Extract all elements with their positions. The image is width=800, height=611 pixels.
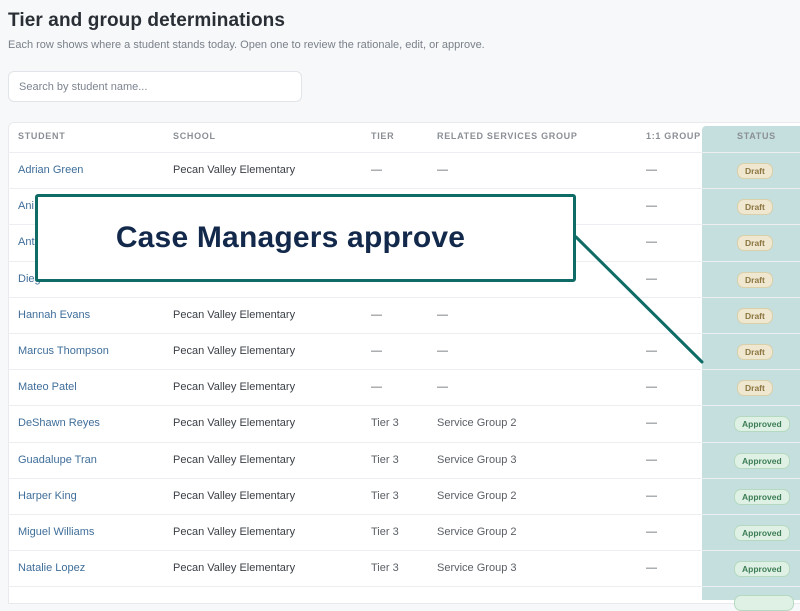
one-to-one-group-cell: — <box>646 562 657 575</box>
student-name-link[interactable]: Ani <box>18 200 34 212</box>
related-services-group-cell: Service Group 2 <box>437 526 517 538</box>
column-header-related-services-group: RELATED SERVICES GROUP <box>437 131 578 141</box>
related-services-group-cell: — <box>437 345 448 357</box>
school-cell: Pecan Valley Elementary <box>173 453 296 466</box>
student-name-link[interactable]: Harper King <box>18 490 77 502</box>
page-subtitle: Each row shows where a student stands to… <box>8 39 485 51</box>
school-cell: Pecan Valley Elementary <box>173 562 296 575</box>
status-badge: Draft <box>737 199 773 216</box>
status-badge: Draft <box>737 380 773 397</box>
one-to-one-group-cell: — <box>646 453 657 466</box>
student-name-link[interactable]: Marcus Thompson <box>18 345 109 357</box>
status-badge: Approved <box>734 452 790 469</box>
table-row[interactable] <box>8 550 702 586</box>
table-row[interactable] <box>8 152 702 188</box>
school-cell: Pecan Valley Elementary <box>173 345 296 357</box>
page-title: Tier and group determinations <box>8 10 286 31</box>
table-row[interactable] <box>8 442 702 478</box>
student-name-link[interactable]: Ant <box>18 236 35 248</box>
column-header-tier: TIER <box>371 131 395 141</box>
column-header-one-to-one-group: 1:1 GROUP <box>646 131 701 141</box>
status-badge: Approved <box>734 488 790 505</box>
related-services-group-cell: Service Group 3 <box>437 562 517 575</box>
school-cell: Pecan Valley Elementary <box>173 381 296 394</box>
one-to-one-group-cell: — <box>646 345 657 357</box>
school-cell: Pecan Valley Elementary <box>173 164 296 176</box>
tier-cell: — <box>371 381 382 394</box>
status-badge: Draft <box>737 307 773 324</box>
student-name-link[interactable]: Guadalupe Tran <box>18 454 97 466</box>
one-to-one-group-cell: — <box>646 200 657 213</box>
tier-cell: Tier 3 <box>371 453 399 466</box>
status-badge: Approved <box>734 416 790 433</box>
table-row[interactable] <box>8 369 702 405</box>
status-badge: Approved <box>734 525 790 541</box>
column-header-student: STUDENT <box>18 131 66 141</box>
tier-cell: Tier 3 <box>371 417 399 430</box>
student-name-link[interactable]: Adrian Green <box>18 164 83 176</box>
status-badge: Draft <box>737 271 773 288</box>
status-badge <box>734 595 794 611</box>
status-badge: Draft <box>737 163 773 179</box>
tier-cell: Tier 3 <box>371 562 399 575</box>
search-box[interactable] <box>8 71 302 102</box>
annotation-callout: Case Managers approve <box>35 194 576 282</box>
tier-cell: Tier 3 <box>371 526 399 538</box>
student-name-link[interactable]: Hannah Evans <box>18 309 90 321</box>
table-row[interactable] <box>8 297 702 333</box>
school-cell: Pecan Valley Elementary <box>173 417 296 430</box>
tier-cell: Tier 3 <box>371 489 399 502</box>
one-to-one-group-cell: — <box>646 236 657 249</box>
table-row[interactable] <box>8 514 702 550</box>
annotation-callout-text: Case Managers approve <box>115 221 466 254</box>
search-input[interactable] <box>9 72 301 101</box>
status-badge: Draft <box>737 235 773 252</box>
tier-cell: — <box>371 345 382 357</box>
column-header-status: STATUS <box>737 131 776 141</box>
row-divider <box>8 586 800 588</box>
related-services-group-cell: — <box>437 308 448 321</box>
related-services-group-cell: — <box>437 164 448 176</box>
school-cell: Pecan Valley Elementary <box>173 308 296 321</box>
one-to-one-group-cell: — <box>646 417 657 430</box>
one-to-one-group-cell: — <box>646 272 657 285</box>
tier-cell: — <box>371 308 382 321</box>
student-name-link[interactable]: Mateo Patel <box>18 381 77 393</box>
related-services-group-cell: Service Group 3 <box>437 453 517 466</box>
school-cell: Pecan Valley Elementary <box>173 526 296 538</box>
student-name-link[interactable]: Miguel Williams <box>18 526 94 538</box>
student-name-link[interactable]: Natalie Lopez <box>18 562 85 574</box>
tier-cell: — <box>371 164 382 176</box>
column-header-school: SCHOOL <box>173 131 216 141</box>
related-services-group-cell: Service Group 2 <box>437 417 517 430</box>
one-to-one-group-cell: — <box>646 381 657 394</box>
one-to-one-group-cell: — <box>646 526 657 538</box>
one-to-one-group-cell: — <box>646 489 657 502</box>
student-name-link[interactable]: DeShawn Reyes <box>18 417 100 429</box>
table-row[interactable] <box>8 333 702 369</box>
table-row[interactable] <box>8 405 702 441</box>
status-badge: Approved <box>734 561 790 578</box>
table-row[interactable] <box>8 478 702 514</box>
school-cell: Pecan Valley Elementary <box>173 489 296 502</box>
related-services-group-cell: Service Group 2 <box>437 489 517 502</box>
related-services-group-cell: — <box>437 381 448 394</box>
one-to-one-group-cell: — <box>646 164 657 176</box>
status-badge: Draft <box>737 344 773 360</box>
